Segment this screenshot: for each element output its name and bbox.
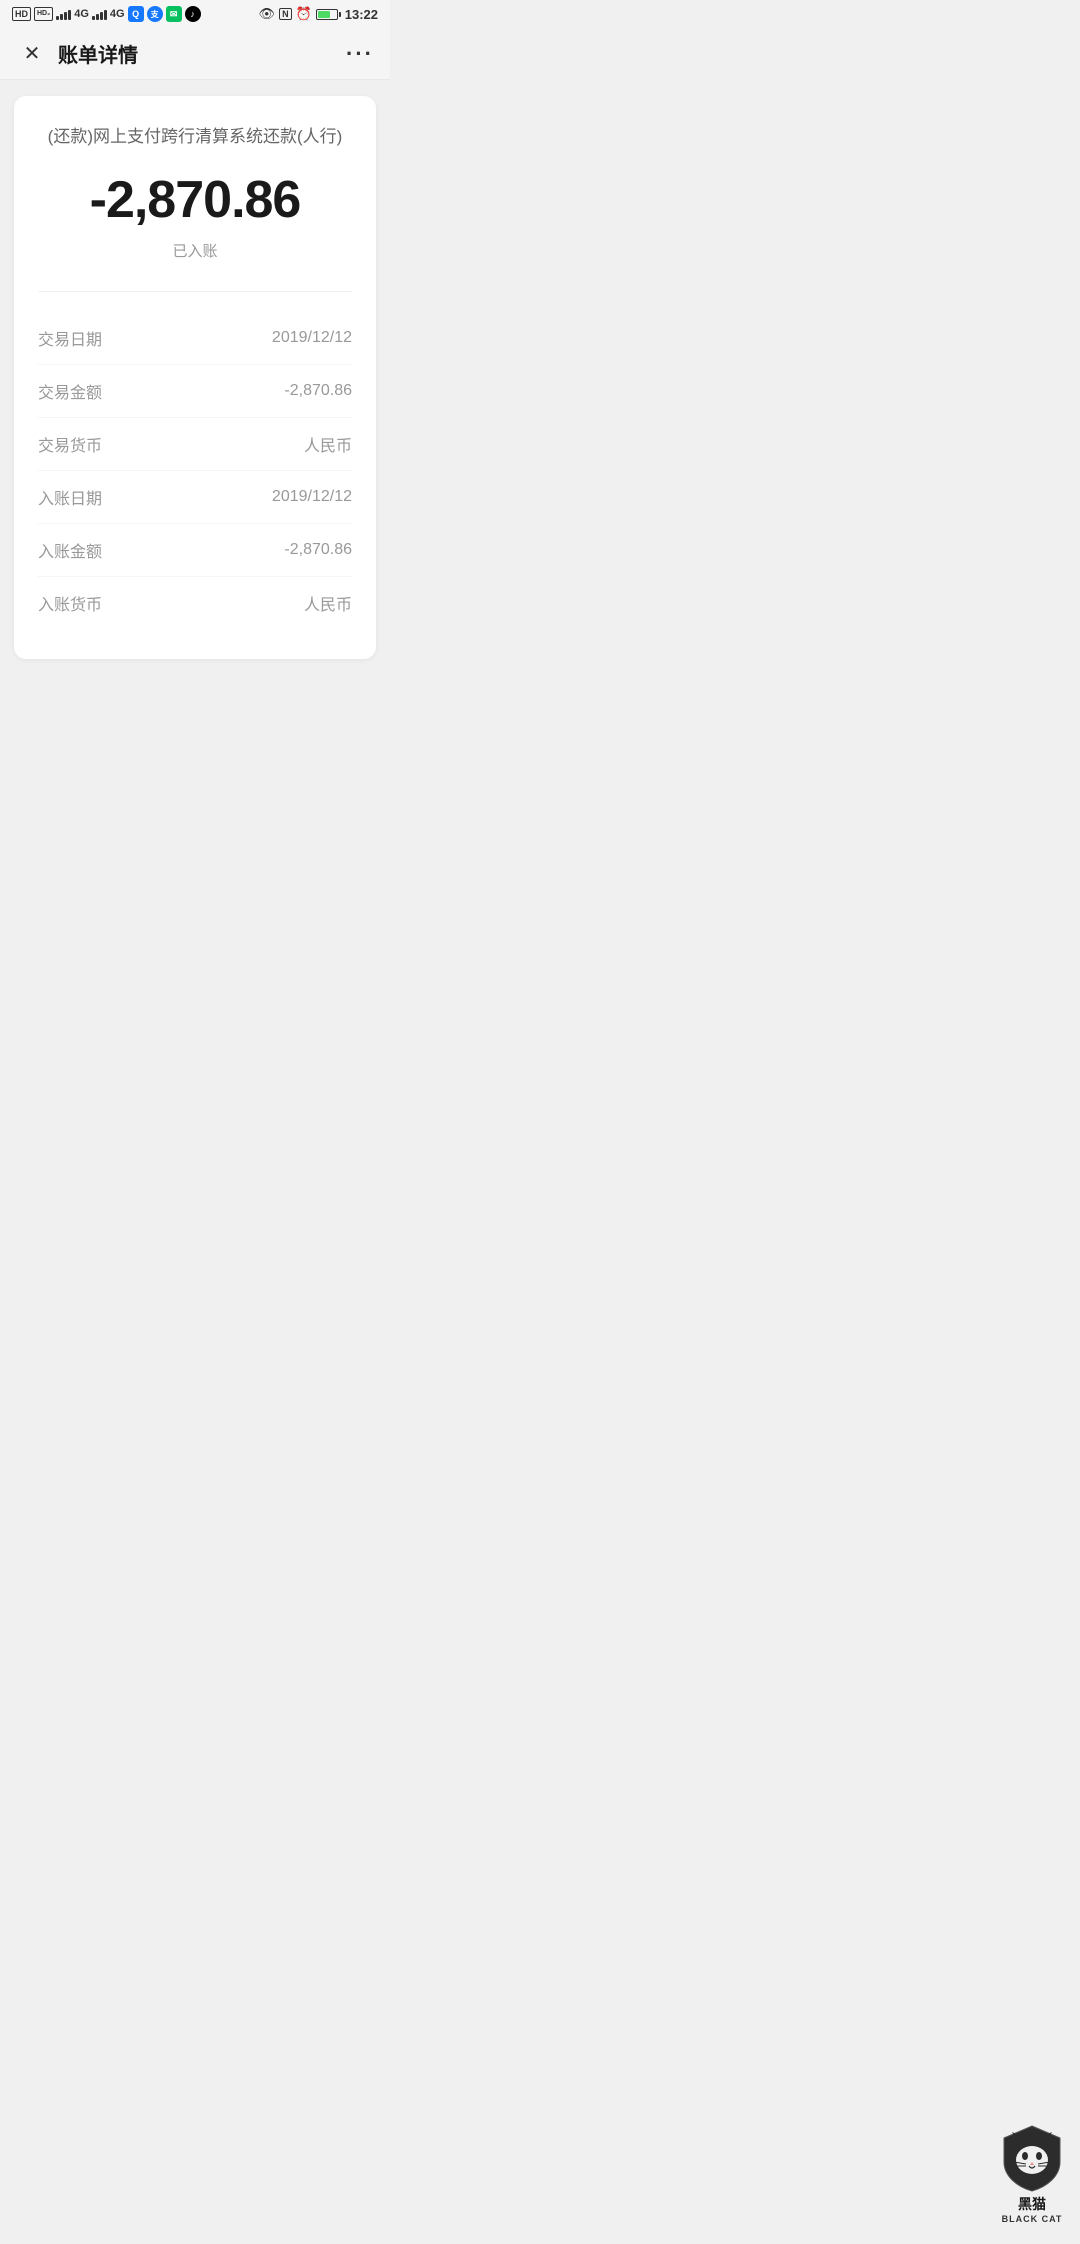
transaction-card: (还款)网上支付跨行清算系统还款(人行) -2,870.86 已入账 交易日期 … (14, 96, 376, 659)
close-button[interactable]: ✕ (16, 38, 48, 70)
page-title: 账单详情 (58, 39, 138, 68)
detail-row-credit-amount: 入账金额 -2,870.86 (38, 524, 352, 577)
brand-label: 黑猫 (1018, 2194, 1046, 2214)
value-credit-amount: -2,870.86 (284, 541, 352, 559)
close-icon: ✕ (24, 41, 41, 66)
signal-bar2-3 (100, 12, 103, 20)
label-trade-amount: 交易金额 (38, 379, 102, 403)
signal-bar-1 (56, 16, 59, 20)
label-trade-date: 交易日期 (38, 326, 102, 350)
signal-bar2-4 (104, 10, 107, 20)
status-left: HD HD₂ 4G 4G Q 支 ✉ ♪ (12, 6, 201, 22)
value-trade-currency: 人民币 (304, 432, 352, 456)
time-display: 13:22 (345, 7, 378, 22)
nav-bar: ✕ 账单详情 ··· (0, 28, 390, 80)
detail-row-credit-currency: 入账货币 人民币 (38, 577, 352, 629)
network-type: 4G (74, 8, 89, 20)
signal-bar-3 (64, 12, 67, 20)
transaction-status: 已入账 (38, 240, 352, 261)
nfc-icon: N (279, 8, 292, 20)
label-trade-currency: 交易货币 (38, 432, 102, 456)
value-credit-currency: 人民币 (304, 591, 352, 615)
value-trade-date: 2019/12/12 (272, 329, 352, 347)
black-cat-watermark: 黑猫 BLACK CAT (1000, 2124, 1064, 2224)
transaction-title: (还款)网上支付跨行清算系统还款(人行) (38, 124, 352, 150)
signal-bar-2 (60, 14, 63, 20)
detail-row-trade-currency: 交易货币 人民币 (38, 418, 352, 471)
eye-icon: 👁 (259, 6, 276, 22)
value-credit-date: 2019/12/12 (272, 488, 352, 506)
brand-name-cn: 黑猫 (1018, 2194, 1046, 2214)
app-icon-alipay: 支 (147, 6, 163, 22)
app-icon-qq: Q (128, 6, 144, 22)
detail-row-trade-date: 交易日期 2019/12/12 (38, 312, 352, 365)
value-trade-amount: -2,870.86 (284, 382, 352, 400)
signal-bar2-2 (96, 14, 99, 20)
hd-label: HD (12, 7, 31, 21)
status-bar: HD HD₂ 4G 4G Q 支 ✉ ♪ 👁 N ⏰ 13:22 (0, 0, 390, 28)
more-button[interactable]: ··· (346, 41, 374, 67)
signal-bar-4 (68, 10, 71, 20)
battery-icon (316, 9, 341, 20)
app-icon-tiktok: ♪ (185, 6, 201, 22)
signal-bar2-1 (92, 16, 95, 20)
detail-rows: 交易日期 2019/12/12 交易金额 -2,870.86 交易货币 人民币 … (38, 312, 352, 629)
main-content: (还款)网上支付跨行清算系统还款(人行) -2,870.86 已入账 交易日期 … (0, 80, 390, 810)
transaction-amount: -2,870.86 (38, 170, 352, 230)
hd2-label: HD₂ (34, 7, 53, 21)
card-divider (38, 291, 352, 292)
detail-row-trade-amount: 交易金额 -2,870.86 (38, 365, 352, 418)
detail-row-credit-date: 入账日期 2019/12/12 (38, 471, 352, 524)
status-right: 👁 N ⏰ 13:22 (259, 6, 378, 22)
brand-name-en: BLACK CAT (1002, 2214, 1063, 2224)
black-cat-logo: 黑猫 BLACK CAT (1000, 2124, 1064, 2224)
label-credit-amount: 入账金额 (38, 538, 102, 562)
label-credit-currency: 入账货币 (38, 591, 102, 615)
alarm-icon: ⏰ (296, 6, 312, 22)
nav-left: ✕ 账单详情 (16, 38, 138, 70)
black-cat-shield-icon (1000, 2124, 1064, 2192)
label-credit-date: 入账日期 (38, 485, 102, 509)
signal-bars-2 (92, 8, 107, 20)
signal-bars (56, 8, 71, 20)
app-icon-wechat: ✉ (166, 6, 182, 22)
network-type-2: 4G (110, 8, 125, 20)
